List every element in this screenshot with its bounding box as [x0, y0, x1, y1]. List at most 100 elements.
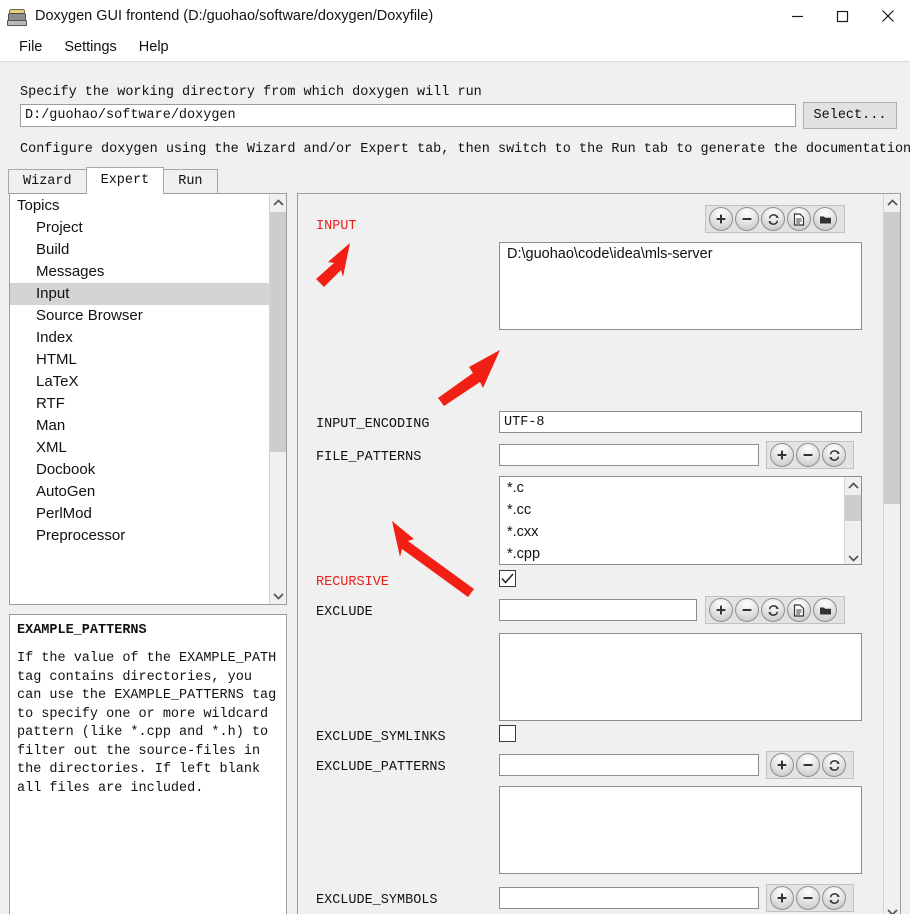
topic-item-rtf[interactable]: RTF	[10, 393, 286, 415]
minus-icon[interactable]	[796, 443, 820, 467]
refresh-icon[interactable]	[822, 443, 846, 467]
scroll-down-icon[interactable]	[270, 587, 286, 604]
topics-tree-panel: Topics Project Build Messages Input Sour…	[9, 193, 287, 605]
close-icon[interactable]	[865, 0, 910, 32]
working-directory-input[interactable]	[20, 104, 796, 127]
help-title: EXAMPLE_PATTERNS	[17, 623, 147, 638]
tab-wizard[interactable]: Wizard	[8, 169, 87, 194]
list-item[interactable]: *.c	[500, 477, 861, 499]
settings-form-panel: INPUT D:\guohao\code\idea\mls-server INP…	[297, 193, 901, 914]
label-input: INPUT	[316, 219, 357, 234]
scroll-up-icon[interactable]	[845, 477, 861, 494]
window-title: Doxygen GUI frontend (D:/guohao/software…	[35, 8, 434, 24]
scroll-down-icon[interactable]	[884, 903, 900, 914]
tab-run[interactable]: Run	[163, 169, 218, 194]
topic-item-build[interactable]: Build	[10, 239, 286, 261]
file-icon[interactable]	[787, 598, 811, 622]
plus-icon[interactable]	[770, 443, 794, 467]
exclude-patterns-entry-field[interactable]	[499, 754, 759, 776]
tab-expert[interactable]: Expert	[85, 167, 165, 194]
topic-item-docbook[interactable]: Docbook	[10, 459, 286, 481]
select-directory-button[interactable]: Select...	[803, 102, 897, 129]
main-body: Specify the working directory from which…	[0, 61, 910, 914]
scroll-down-icon[interactable]	[845, 549, 861, 564]
settings-form-scrollbar[interactable]	[883, 194, 900, 914]
list-item[interactable]: D:\guohao\code\idea\mls-server	[500, 243, 861, 265]
topic-item-preprocessor[interactable]: Preprocessor	[10, 525, 286, 547]
list-item[interactable]: *.cxx	[500, 521, 861, 543]
label-input-encoding: INPUT_ENCODING	[316, 417, 430, 432]
configure-hint: Configure doxygen using the Wizard and/o…	[20, 142, 910, 157]
refresh-icon[interactable]	[822, 753, 846, 777]
exclude-patterns-button-bar	[766, 751, 854, 779]
topic-item-html[interactable]: HTML	[10, 349, 286, 371]
file-icon[interactable]	[787, 207, 811, 231]
refresh-icon[interactable]	[822, 886, 846, 910]
scroll-up-icon[interactable]	[270, 194, 286, 211]
input-paths-list[interactable]: D:\guohao\code\idea\mls-server	[499, 242, 862, 330]
menu-help[interactable]: Help	[128, 36, 180, 58]
minus-icon[interactable]	[735, 207, 759, 231]
window-controls	[775, 0, 910, 32]
exclude-paths-list[interactable]	[499, 633, 862, 721]
topic-item-input[interactable]: Input	[10, 283, 286, 305]
file-patterns-entry-field[interactable]	[499, 444, 759, 466]
topic-item-latex[interactable]: LaTeX	[10, 371, 286, 393]
doxywizard-window: Doxygen GUI frontend (D:/guohao/software…	[0, 0, 910, 914]
label-recursive: RECURSIVE	[316, 575, 389, 590]
scroll-up-icon[interactable]	[884, 194, 900, 211]
file-patterns-scrollbar-thumb[interactable]	[845, 495, 861, 521]
topics-root-label: Topics	[17, 197, 60, 214]
plus-icon[interactable]	[770, 753, 794, 777]
topic-item-autogen[interactable]: AutoGen	[10, 481, 286, 503]
menu-file[interactable]: File	[8, 36, 53, 58]
file-patterns-button-bar	[766, 441, 854, 469]
workdir-hint: Specify the working directory from which…	[20, 85, 482, 100]
minus-icon[interactable]	[796, 886, 820, 910]
exclude-button-bar	[705, 596, 845, 624]
topic-item-man[interactable]: Man	[10, 415, 286, 437]
input-button-bar	[705, 205, 845, 233]
minimize-icon[interactable]	[775, 0, 820, 32]
label-exclude-symlinks: EXCLUDE_SYMLINKS	[316, 730, 446, 745]
folder-icon[interactable]	[813, 207, 837, 231]
refresh-icon[interactable]	[761, 598, 785, 622]
exclude-patterns-list[interactable]	[499, 786, 862, 874]
exclude-symbols-button-bar	[766, 884, 854, 912]
menu-settings[interactable]: Settings	[53, 36, 127, 58]
label-exclude-patterns: EXCLUDE_PATTERNS	[316, 760, 446, 775]
topic-item-project[interactable]: Project	[10, 217, 286, 239]
topic-item-index[interactable]: Index	[10, 327, 286, 349]
file-patterns-list[interactable]: *.c *.cc *.cxx *.cpp	[499, 476, 862, 565]
plus-icon[interactable]	[770, 886, 794, 910]
topics-scrollbar-thumb[interactable]	[270, 212, 286, 452]
settings-form: INPUT D:\guohao\code\idea\mls-server INP…	[298, 194, 883, 914]
minus-icon[interactable]	[735, 598, 759, 622]
file-patterns-scrollbar[interactable]	[844, 477, 861, 564]
exclude-symlinks-checkbox[interactable]	[499, 725, 516, 742]
topic-item-source-browser[interactable]: Source Browser	[10, 305, 286, 327]
topics-scrollbar[interactable]	[269, 194, 286, 604]
refresh-icon[interactable]	[761, 207, 785, 231]
maximize-icon[interactable]	[820, 0, 865, 32]
doxygen-logo-icon	[7, 6, 27, 26]
list-item[interactable]: *.cc	[500, 499, 861, 521]
tab-bar: Wizard Expert Run	[8, 167, 218, 194]
input-encoding-field[interactable]	[499, 411, 862, 433]
plus-icon[interactable]	[709, 207, 733, 231]
menu-bar: File Settings Help	[0, 32, 910, 61]
exclude-entry-field[interactable]	[499, 599, 697, 621]
recursive-checkbox[interactable]	[499, 570, 516, 587]
label-file-patterns: FILE_PATTERNS	[316, 450, 422, 465]
help-panel: EXAMPLE_PATTERNS If the value of the EXA…	[9, 614, 287, 914]
folder-icon[interactable]	[813, 598, 837, 622]
settings-form-scrollbar-thumb[interactable]	[884, 212, 900, 504]
topic-item-messages[interactable]: Messages	[10, 261, 286, 283]
title-bar: Doxygen GUI frontend (D:/guohao/software…	[0, 0, 910, 32]
minus-icon[interactable]	[796, 753, 820, 777]
plus-icon[interactable]	[709, 598, 733, 622]
list-item[interactable]: *.cpp	[500, 543, 861, 564]
topic-item-perlmod[interactable]: PerlMod	[10, 503, 286, 525]
exclude-symbols-entry-field[interactable]	[499, 887, 759, 909]
topic-item-xml[interactable]: XML	[10, 437, 286, 459]
